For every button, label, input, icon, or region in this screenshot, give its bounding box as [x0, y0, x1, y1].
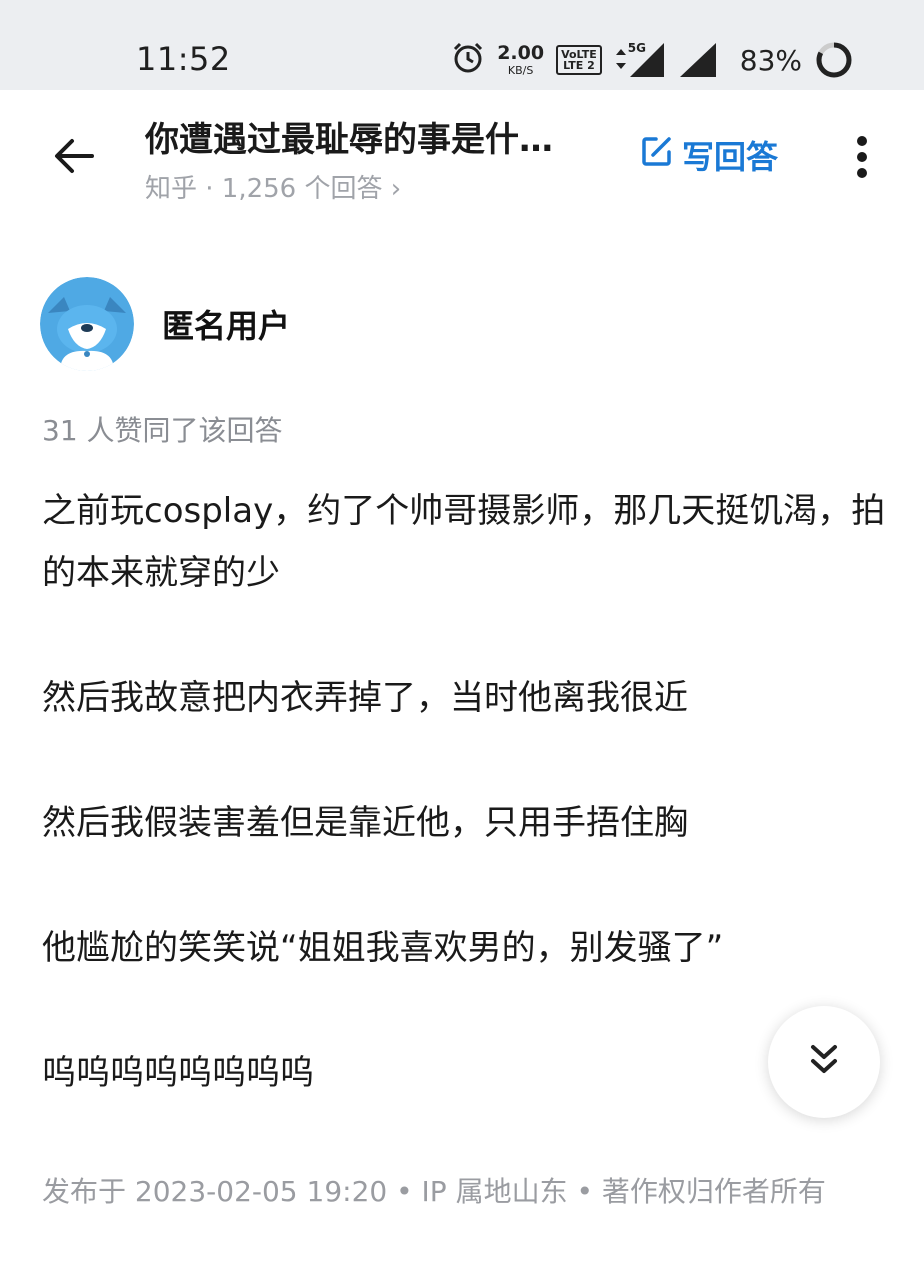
net-speed: 2.00 KB/S	[497, 42, 545, 77]
battery-percent: 83%	[739, 43, 802, 77]
net-speed-value: 2.00	[497, 42, 545, 64]
net-speed-unit: KB/S	[507, 64, 534, 77]
status-bar: 11:52 2.00 KB/S VoLTE LTE 2 5G 83%	[0, 0, 924, 90]
answer-paragraph: 然后我故意把内衣弄掉了，当时他离我很近	[42, 678, 688, 718]
edit-icon	[640, 134, 674, 176]
volte-badge: VoLTE LTE 2	[556, 45, 602, 75]
write-answer-label: 写回答	[682, 138, 779, 176]
volte-line2: LTE 2	[563, 59, 595, 72]
answer-paragraph: 他尴尬的笑笑说“姐姐我喜欢男的，别发骚了”	[42, 928, 724, 968]
author-name[interactable]: 匿名用户	[162, 301, 290, 347]
double-chevron-down-icon	[809, 1043, 839, 1081]
scroll-next-button[interactable]	[768, 1006, 880, 1118]
battery-ring-icon	[816, 42, 852, 78]
author-row[interactable]: 匿名用户	[40, 277, 290, 371]
more-icon[interactable]	[852, 134, 872, 184]
vote-count: 31 人赞同了该回答	[42, 414, 283, 447]
answer-content: 之前玩cosplay，约了个帅哥摄影师，那几天挺饥渴，拍的本来就穿的少 然后我故…	[42, 480, 892, 1167]
signal-5g: 5G	[614, 41, 666, 77]
signal-icon	[679, 43, 716, 77]
status-time: 11:52	[136, 40, 231, 78]
question-title[interactable]: 你遭遇过最耻辱的事是什…	[145, 112, 605, 161]
question-meta[interactable]: 知乎 · 1,256 个回答 ›	[145, 168, 401, 205]
avatar[interactable]	[40, 277, 134, 371]
answer-paragraph: 然后我假装害羞但是靠近他，只用手捂住胸	[42, 803, 688, 843]
write-answer-button[interactable]: 写回答	[640, 132, 778, 178]
publish-info: 发布于 2023-02-05 19:20 • IP 属地山东 • 著作权归作者所…	[42, 1175, 826, 1208]
status-icons: 2.00 KB/S VoLTE LTE 2 5G 83%	[451, 32, 854, 88]
network-type: 5G	[627, 41, 646, 55]
back-arrow-icon[interactable]	[52, 136, 96, 180]
question-header: 你遭遇过最耻辱的事是什… 知乎 · 1,256 个回答 › 写回答	[0, 90, 924, 220]
answer-paragraph: 之前玩cosplay，约了个帅哥摄影师，那几天挺饥渴，拍的本来就穿的少	[42, 491, 886, 593]
answer-paragraph: 呜呜呜呜呜呜呜呜	[42, 1053, 314, 1093]
alarm-icon	[451, 41, 485, 79]
